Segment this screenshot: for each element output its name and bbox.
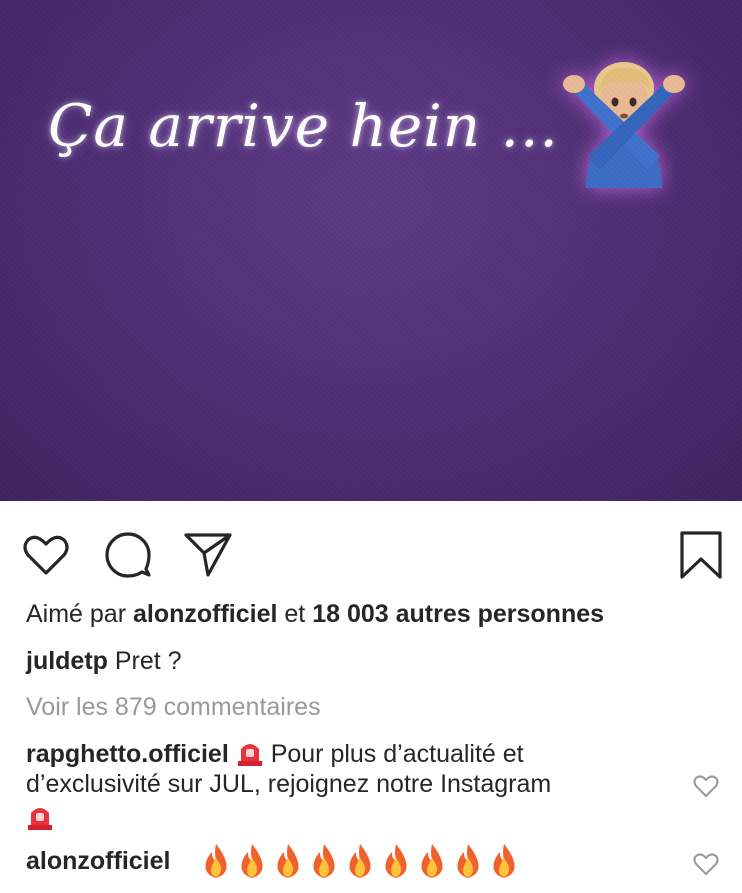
police-light-icon — [26, 801, 54, 831]
bookmark-icon[interactable] — [676, 529, 728, 581]
man-gesturing-no-icon — [560, 48, 688, 188]
send-icon[interactable] — [182, 529, 234, 581]
likes-middle: et — [277, 600, 313, 628]
fire-icon — [310, 842, 338, 880]
comment-1-text-line1: Pour plus d’actualité et — [263, 740, 524, 768]
likes-prefix: Aimé par — [26, 600, 133, 628]
comment-icon[interactable] — [102, 529, 154, 581]
heart-icon[interactable] — [20, 529, 72, 581]
caption: juldetp Pret ? — [26, 646, 182, 676]
comment-1-line1: rapghetto.officiel Pour plus d’actualité… — [26, 737, 524, 769]
likes-summary: Aimé par alonzofficiel et 18 003 autres … — [26, 599, 604, 629]
fire-icon — [238, 842, 266, 880]
comment-1-username[interactable]: rapghetto.officiel — [26, 740, 229, 768]
fire-icon — [490, 842, 518, 880]
view-comments-link[interactable]: Voir les 879 commentaires — [26, 692, 321, 722]
action-bar — [0, 501, 742, 591]
comment-1-like-icon[interactable] — [693, 774, 719, 798]
comment-1-text-line2: d’exclusivité sur JUL, rejoignez notre I… — [26, 770, 552, 798]
comment-2-username[interactable]: alonzofficiel — [26, 847, 170, 875]
comment-2: alonzofficiel — [26, 846, 170, 876]
fire-icon — [454, 842, 482, 880]
fire-icon — [346, 842, 374, 880]
comment-2-fire-emojis — [202, 842, 526, 880]
comment-1-line3 — [26, 801, 54, 833]
fire-icon — [202, 842, 230, 880]
caption-username[interactable]: juldetp — [26, 647, 108, 675]
story-text: Ça arrive hein ... — [48, 92, 559, 160]
post-image[interactable]: Ça arrive hein ... — [0, 0, 742, 501]
liked-by-user-link[interactable]: alonzofficiel — [133, 600, 277, 628]
likes-count-link[interactable]: 18 003 autres personnes — [312, 600, 604, 628]
comment-2-like-icon[interactable] — [693, 852, 719, 876]
fire-icon — [382, 842, 410, 880]
fire-icon — [418, 842, 446, 880]
fire-icon — [274, 842, 302, 880]
police-light-icon — [236, 737, 264, 767]
caption-text: Pret ? — [107, 647, 182, 675]
